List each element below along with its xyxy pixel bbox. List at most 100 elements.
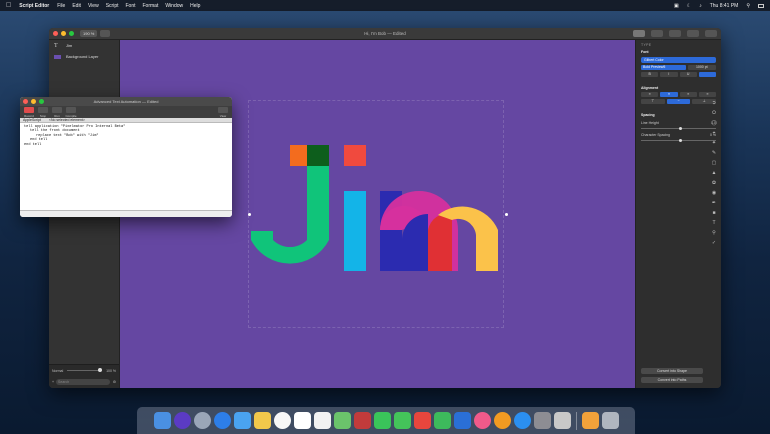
arrange-icon[interactable]: ➲ xyxy=(712,100,716,106)
script-code-editor[interactable]: tell application "Pixelmator Pro Interna… xyxy=(20,123,232,149)
font-family-select[interactable]: Gilbert Color xyxy=(641,57,716,63)
dock-safari-icon[interactable] xyxy=(213,412,231,429)
record-button[interactable]: Record xyxy=(23,107,35,118)
dock-mail-icon[interactable] xyxy=(233,412,251,429)
add-layer-icon[interactable]: + xyxy=(52,380,54,384)
run-button[interactable]: Run xyxy=(51,107,63,118)
fit-button[interactable] xyxy=(100,30,111,37)
menu-edit[interactable]: Edit xyxy=(72,3,81,9)
menu-window[interactable]: Window xyxy=(165,3,183,9)
compile-button[interactable]: Compile xyxy=(65,107,77,118)
record-icon xyxy=(24,107,34,113)
menu-format[interactable]: Format xyxy=(143,3,159,9)
color-well[interactable] xyxy=(698,72,716,77)
dock-keynote-icon[interactable] xyxy=(453,412,471,429)
dock-app-store-icon[interactable] xyxy=(513,412,531,429)
dock-notes-icon[interactable] xyxy=(253,412,271,429)
layer-search-input[interactable]: Search xyxy=(56,378,110,385)
opacity-slider[interactable] xyxy=(67,368,103,372)
notification-center-icon[interactable] xyxy=(758,3,764,8)
sidebar-button[interactable] xyxy=(705,30,717,37)
view-button[interactable]: View xyxy=(217,107,229,118)
clock[interactable]: Thu 8:41 PM xyxy=(710,3,739,9)
eraser-icon[interactable]: ▢ xyxy=(712,160,717,166)
zoom-tool-icon[interactable]: ⚲ xyxy=(712,230,716,236)
bold-button[interactable]: B xyxy=(641,72,659,77)
dock-trash-icon[interactable] xyxy=(601,412,619,429)
dock-facetime-icon[interactable] xyxy=(393,412,411,429)
effects-button[interactable] xyxy=(669,30,681,37)
line-height-slider[interactable] xyxy=(641,127,716,130)
wand-icon[interactable]: ✦ xyxy=(712,140,716,146)
search-icon[interactable]: ⚲ xyxy=(746,3,750,9)
dock-system-preferences-icon[interactable] xyxy=(533,412,551,429)
adjust-button[interactable] xyxy=(651,30,663,37)
retouch-icon[interactable]: ✿ xyxy=(712,180,716,186)
dock-pixelmator-pro-icon[interactable] xyxy=(581,412,599,429)
dock-reminders-icon[interactable] xyxy=(313,412,331,429)
align-justify-button[interactable]: ≡ xyxy=(698,92,716,97)
element-select[interactable]: <No selected element> xyxy=(49,118,85,122)
align-right-button[interactable]: ≡ xyxy=(679,92,697,97)
fill-layer-icon xyxy=(54,54,61,59)
dock-script-editor-icon[interactable] xyxy=(553,412,571,429)
valign-middle-button[interactable]: − xyxy=(666,99,691,104)
dock xyxy=(137,407,635,434)
stop-button[interactable]: Stop xyxy=(37,107,49,118)
shape-icon[interactable]: ■ xyxy=(712,210,715,216)
dock-calendar-icon[interactable] xyxy=(293,412,311,429)
dock-finder-icon[interactable] xyxy=(153,412,171,429)
language-select[interactable]: AppleScript xyxy=(23,118,41,122)
close-button[interactable] xyxy=(53,31,58,36)
menu-file[interactable]: File xyxy=(57,3,65,9)
convert-paths-button[interactable]: Convert into Paths xyxy=(641,377,703,383)
blend-mode-select[interactable]: Normal xyxy=(52,369,63,373)
crop-icon[interactable]: ⌖ xyxy=(713,130,716,136)
zoom-select[interactable]: 190 % xyxy=(80,30,98,37)
fill-icon[interactable]: ▲ xyxy=(712,170,717,176)
lasso-icon[interactable]: ◯ xyxy=(711,120,717,126)
display-icon[interactable]: ▣ xyxy=(674,3,679,9)
align-center-button[interactable]: ≡ xyxy=(660,92,678,97)
dock-news-icon[interactable] xyxy=(413,412,431,429)
app-menu[interactable]: Script Editor xyxy=(19,3,49,9)
dock-photos-icon[interactable] xyxy=(273,412,291,429)
font-size-field[interactable]: 1000 pt xyxy=(687,65,716,70)
convert-shape-button[interactable]: Convert into Shape xyxy=(641,368,703,374)
dock-siri-icon[interactable] xyxy=(173,412,191,429)
share-button[interactable] xyxy=(687,30,699,37)
menu-help[interactable]: Help xyxy=(190,3,200,9)
settings-icon[interactable]: ⚙ xyxy=(113,380,116,384)
eyedropper-icon[interactable]: ✓ xyxy=(712,240,716,246)
layer-row-text[interactable]: T Jim xyxy=(49,40,119,51)
font-style-select[interactable]: Bold Preview5 xyxy=(641,65,686,70)
dock-itunes-icon[interactable] xyxy=(473,412,491,429)
underline-button[interactable]: U xyxy=(679,72,697,77)
type-icon[interactable]: T xyxy=(712,220,715,226)
dock-numbers-icon[interactable] xyxy=(433,412,451,429)
align-left-button[interactable]: ≡ xyxy=(641,92,659,97)
dock-photo-booth-icon[interactable] xyxy=(353,412,371,429)
paint-icon[interactable]: ✎ xyxy=(712,150,716,156)
tools-toggle-button[interactable] xyxy=(633,30,645,37)
menu-view[interactable]: View xyxy=(88,3,99,9)
layer-row-background[interactable]: Background Layer xyxy=(49,51,119,62)
select-icon[interactable]: ⭘ xyxy=(712,110,716,116)
menu-font[interactable]: Font xyxy=(125,3,135,9)
wifi-icon[interactable]: ☾ xyxy=(687,3,691,9)
dock-launchpad-icon[interactable] xyxy=(193,412,211,429)
char-spacing-slider[interactable] xyxy=(641,139,716,142)
valign-top-button[interactable]: ⊤ xyxy=(641,99,665,104)
dock-ibooks-icon[interactable] xyxy=(493,412,511,429)
volume-icon[interactable]: ♪ xyxy=(699,3,702,9)
opacity-value[interactable]: 100 % xyxy=(106,369,116,373)
dock-maps-icon[interactable] xyxy=(333,412,351,429)
dock-messages-icon[interactable] xyxy=(373,412,391,429)
italic-button[interactable]: I xyxy=(660,72,678,77)
minimize-button[interactable] xyxy=(61,31,66,36)
pen-icon[interactable]: ✒ xyxy=(712,200,716,206)
clone-icon[interactable]: ◉ xyxy=(712,190,716,196)
zoom-button[interactable] xyxy=(69,31,74,36)
apple-menu-icon[interactable]:  xyxy=(6,2,11,9)
menu-script[interactable]: Script xyxy=(106,3,119,9)
